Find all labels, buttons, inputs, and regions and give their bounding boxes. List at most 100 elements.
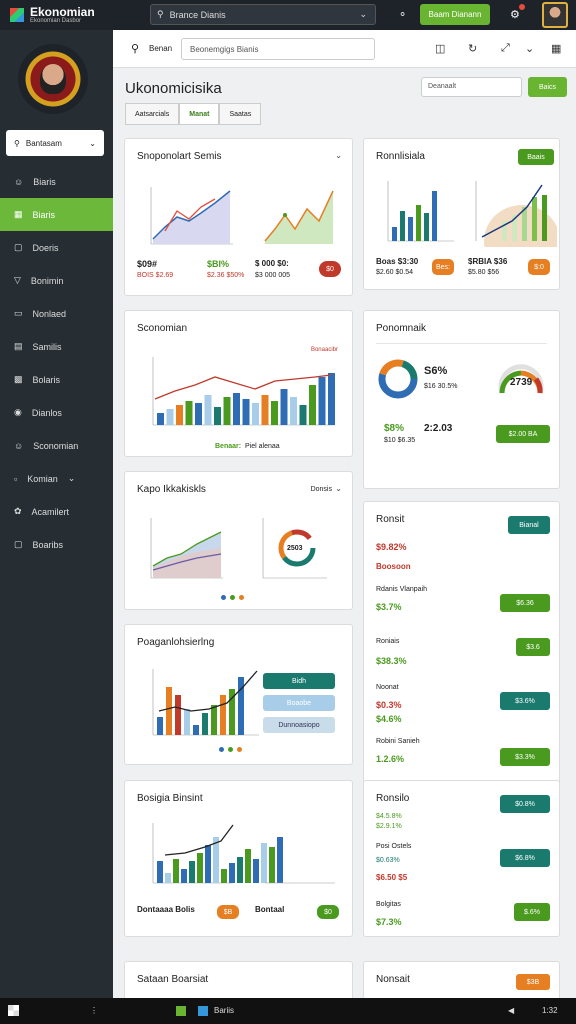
card-ronsilo: Ronsilo $0.8% $4.5.8% $2.9.1% Posi Ostel… xyxy=(363,780,560,937)
chevron-down-icon[interactable]: ⌄ xyxy=(68,473,76,484)
chevron-down-icon[interactable]: ⌄ xyxy=(359,9,367,20)
chevron-down-icon[interactable]: ⌄ xyxy=(335,484,342,493)
bar xyxy=(233,393,240,425)
sidebar-item-label: Nonlaed xyxy=(32,308,67,319)
tab-2[interactable]: Saatas xyxy=(219,103,262,125)
card-poaganlohsierlng: Poaganlohsierlng Bidh Boaobe Dunnoasiopo xyxy=(124,624,353,765)
sidebar-item-10[interactable]: ✿ Acamilert xyxy=(0,495,113,528)
metric-button[interactable]: $3.6% xyxy=(500,692,550,710)
columns-icon[interactable]: ◫ xyxy=(435,42,445,55)
sidebar-item-5[interactable]: ▤ Samilis xyxy=(0,330,113,363)
metric-button[interactable]: $3.6 xyxy=(516,638,550,656)
top-bar: Ekonomian Ekonomian Dasbor ⚲ Brance Dian… xyxy=(0,0,576,30)
bar xyxy=(202,713,208,735)
metric-label: Noonat xyxy=(376,684,399,691)
bar xyxy=(173,859,179,883)
card-dropdown[interactable]: Donsis xyxy=(311,486,332,493)
chevron-down-icon[interactable]: ⌄ xyxy=(335,151,342,160)
sidebar-item-7[interactable]: ◉ Dianlos xyxy=(0,396,113,429)
dual-bar-charts xyxy=(152,823,335,884)
search-icon[interactable]: ⚲ xyxy=(131,42,139,55)
legend-button[interactable]: Bidh xyxy=(263,673,335,689)
filter-icon: ▽ xyxy=(14,275,21,285)
metric-button[interactable]: $.6% xyxy=(514,903,550,921)
legend-dot xyxy=(221,595,226,600)
apply-button[interactable]: Baics xyxy=(528,77,567,97)
sidebar-item-label: Dianlos xyxy=(31,407,62,418)
sidebar-item-0[interactable]: ☺ Biaris xyxy=(0,165,113,198)
bar xyxy=(269,847,275,883)
sidebar-item-11[interactable]: ▢ Boaribs xyxy=(0,528,113,561)
taskbar-app-icon[interactable] xyxy=(198,1006,208,1016)
metric-button[interactable]: $3.3% xyxy=(500,748,550,766)
sidebar-item-9[interactable]: ▫ Komian ⌄ xyxy=(0,462,113,495)
card-ronnlisiala: Ronnlisiala Baais Boas $3:30 $2.60 $0.54… xyxy=(363,138,560,290)
page-title: Ukonomicisika xyxy=(125,80,222,97)
tab-0[interactable]: Aatsarcials xyxy=(125,103,180,125)
toolbar: ⚲ Benan Beonemgigs Bianis ◫ ↻ ⤢ ⌄ ▦ xyxy=(113,30,576,68)
toolbar-search-input[interactable]: Beonemgigs Bianis xyxy=(181,38,375,60)
bar xyxy=(290,397,297,425)
chevron-down-icon[interactable]: ⌄ xyxy=(525,42,534,55)
bar xyxy=(204,395,212,425)
card-title: Kapo Ikkakiskls xyxy=(137,484,206,495)
grid-view-icon[interactable]: ▦ xyxy=(551,42,561,55)
taskbar-app-icon[interactable] xyxy=(176,1006,186,1016)
tab-1[interactable]: Manat xyxy=(179,103,220,125)
sidebar-item-2[interactable]: ▢ Doeris xyxy=(0,231,113,264)
card-action-button[interactable]: $3B xyxy=(516,974,550,990)
bar xyxy=(277,837,283,883)
metric-value: $0.3% xyxy=(376,700,402,710)
donut-chart xyxy=(378,359,418,399)
taskbar-app-label[interactable]: Bariis xyxy=(214,1006,234,1015)
sidebar-item-3[interactable]: ▽ Bonimin xyxy=(0,264,113,297)
card-action-button[interactable]: Baais xyxy=(518,149,554,165)
sidebar-item-1[interactable]: ▦ Biaris xyxy=(0,198,113,231)
donut-sub: $16 30.5% xyxy=(424,383,458,390)
sidebar-item-6[interactable]: ▩ Bolaris xyxy=(0,363,113,396)
people-icon: ☺ xyxy=(14,440,24,451)
sidebar-item-4[interactable]: ▭ Nonlaed xyxy=(0,297,113,330)
metric-label: Boosoon xyxy=(376,562,411,571)
card-action-button[interactable]: $2.00 BA xyxy=(496,425,550,443)
sidebar-item-8[interactable]: ☺ Sconomian xyxy=(0,429,113,462)
top-search-box[interactable]: ⚲ Brance Dianis ⌄ xyxy=(150,4,376,25)
footer-label: Dontaaaa Bolis xyxy=(137,905,195,914)
legend-button[interactable]: Boaobe xyxy=(263,695,335,711)
bar xyxy=(220,695,226,735)
toolbar-search-label: Benan xyxy=(149,44,173,53)
sidebar-search[interactable]: ⚲ Bantasam ⌄ xyxy=(6,130,104,156)
metric-value: $0.63% xyxy=(376,857,400,864)
windows-start-icon[interactable] xyxy=(8,1005,19,1016)
user-avatar[interactable] xyxy=(542,2,568,28)
settings-gear-icon[interactable]: ⚙ xyxy=(510,8,520,21)
metric-button[interactable]: $0.8% xyxy=(500,795,550,813)
metric-button[interactable]: $6.8% xyxy=(500,849,550,867)
footer-label: Bontaal xyxy=(255,905,285,914)
mini-bar-charts xyxy=(387,181,557,247)
stat-value: $RBIA $36 xyxy=(468,257,508,266)
metric-value: $6.50 $5 xyxy=(376,873,408,882)
stat-value: Boas $3:30 xyxy=(376,257,419,266)
card-title: Ronsilo xyxy=(376,793,410,804)
legend-button[interactable]: Dunnoasiopo xyxy=(263,717,335,733)
top-action-button[interactable]: Baam Dianann xyxy=(420,4,490,25)
card-snapshot-series: Snoponolart Semis ⌄ $09# $BI% $ 000 $0: … xyxy=(124,138,353,296)
sidebar-item-label: Bolaris xyxy=(32,374,61,385)
notification-bell-icon[interactable]: ⚬ xyxy=(398,8,407,21)
metric-label: Roniais xyxy=(376,638,400,645)
metric-button[interactable]: $6.36 xyxy=(500,594,550,612)
bar xyxy=(229,863,235,883)
bar xyxy=(157,861,163,883)
taskbar-dots-icon[interactable]: ⋮ xyxy=(90,1006,98,1015)
stat-value: $BI% xyxy=(207,259,230,269)
gauge-value: 2739 xyxy=(510,377,533,388)
card-action-button[interactable]: Bianal xyxy=(508,516,550,534)
volume-icon[interactable]: ◀ xyxy=(508,1006,514,1015)
chevron-down-icon[interactable]: ⌄ xyxy=(89,139,96,148)
bar-trend-chart xyxy=(152,669,259,736)
refresh-icon[interactable]: ↻ xyxy=(468,42,477,55)
bar xyxy=(280,389,288,425)
expand-icon[interactable]: ⤢ xyxy=(501,42,510,55)
date-range-input[interactable]: Deanaalt xyxy=(421,77,522,97)
